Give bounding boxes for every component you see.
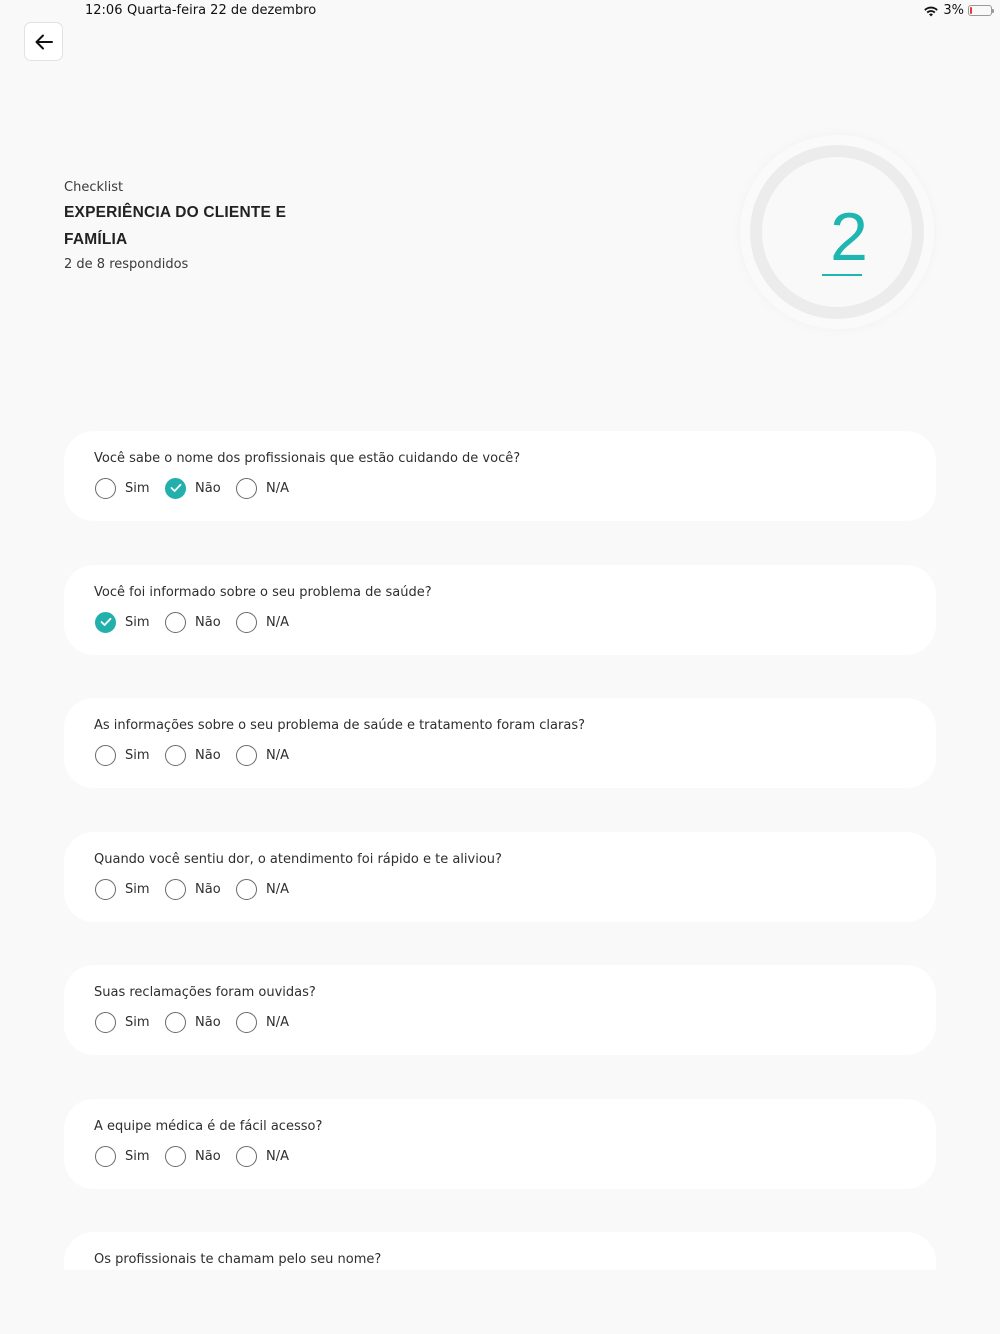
radio-unchecked-icon[interactable]	[165, 1011, 186, 1033]
option-label: N/A	[266, 1148, 289, 1164]
option-na[interactable]: N/A	[236, 1145, 289, 1167]
option-nao[interactable]: Não	[165, 878, 236, 900]
progress-ring-underline	[822, 274, 862, 276]
question-card: Os profissionais te chamam pelo seu nome…	[64, 1232, 936, 1270]
radio-unchecked-icon[interactable]	[236, 1145, 257, 1167]
option-sim[interactable]: Sim	[95, 1011, 165, 1033]
checkmark-icon	[170, 483, 181, 492]
progress-ring: 2	[740, 135, 934, 329]
option-nao[interactable]: Não	[165, 1011, 236, 1033]
arrow-left-icon	[35, 34, 53, 49]
radio-unchecked-icon[interactable]	[165, 744, 186, 766]
option-label: Não	[195, 881, 221, 897]
option-na[interactable]: N/A	[236, 744, 289, 766]
option-na[interactable]: N/A	[236, 477, 289, 499]
option-nao[interactable]: Não	[165, 1145, 236, 1167]
option-label: Não	[195, 480, 221, 496]
radio-unchecked-icon[interactable]	[95, 744, 116, 766]
answered-count: 2 de 8 respondidos	[64, 257, 189, 272]
answer-options: Sim Não N/A	[95, 477, 289, 499]
option-na[interactable]: N/A	[236, 1011, 289, 1033]
radio-unchecked-icon[interactable]	[236, 611, 257, 633]
radio-unchecked-icon[interactable]	[165, 1145, 186, 1167]
progress-ring-value: 2	[830, 199, 868, 275]
battery-icon	[968, 5, 994, 16]
question-list: Você sabe o nome dos profissionais que e…	[64, 431, 936, 1270]
option-sim[interactable]: Sim	[95, 477, 165, 499]
option-sim[interactable]: Sim	[95, 1145, 165, 1167]
option-label: Sim	[125, 1014, 150, 1030]
radio-unchecked-icon[interactable]	[165, 611, 186, 633]
radio-unchecked-icon[interactable]	[165, 878, 186, 900]
question-text: Você sabe o nome dos profissionais que e…	[94, 451, 521, 466]
radio-unchecked-icon[interactable]	[95, 878, 116, 900]
option-label: Sim	[125, 480, 150, 496]
answer-options: Sim Não N/A	[95, 1145, 289, 1167]
answer-options: Sim Não N/A	[95, 744, 289, 766]
question-text: A equipe médica é de fácil acesso?	[94, 1119, 323, 1134]
question-text: Os profissionais te chamam pelo seu nome…	[94, 1252, 382, 1267]
radio-unchecked-icon[interactable]	[236, 878, 257, 900]
option-label: Sim	[125, 1148, 150, 1164]
question-card: Quando você sentiu dor, o atendimento fo…	[64, 832, 936, 922]
option-sim[interactable]: Sim	[95, 878, 165, 900]
question-text: Quando você sentiu dor, o atendimento fo…	[94, 852, 502, 867]
radio-unchecked-icon[interactable]	[236, 477, 257, 499]
question-card: Suas reclamações foram ouvidas? Sim Não N/A	[64, 965, 936, 1055]
option-label: N/A	[266, 1014, 289, 1030]
option-label: N/A	[266, 614, 289, 630]
option-label: Não	[195, 1014, 221, 1030]
question-text: As informações sobre o seu problema de s…	[94, 718, 585, 733]
question-card: Você sabe o nome dos profissionais que e…	[64, 431, 936, 521]
back-button[interactable]	[24, 22, 63, 61]
option-label: Sim	[125, 747, 150, 763]
wifi-icon	[924, 6, 939, 16]
radio-checked-icon[interactable]	[165, 477, 186, 499]
question-text: Suas reclamações foram ouvidas?	[94, 985, 316, 1000]
radio-unchecked-icon[interactable]	[95, 477, 116, 499]
option-na[interactable]: N/A	[236, 611, 289, 633]
option-nao[interactable]: Não	[165, 611, 236, 633]
status-time: 12:06	[85, 3, 123, 18]
radio-unchecked-icon[interactable]	[95, 1011, 116, 1033]
checklist-screen: 12:06 Quarta-feira 22 de dezembro 3% Che…	[0, 0, 1000, 1334]
option-nao[interactable]: Não	[165, 477, 236, 499]
answer-options: Sim Não N/A	[95, 878, 289, 900]
option-sim[interactable]: Sim	[95, 611, 165, 633]
question-card: A equipe médica é de fácil acesso? Sim Não…	[64, 1099, 936, 1189]
option-label: N/A	[266, 747, 289, 763]
radio-unchecked-icon[interactable]	[236, 1011, 257, 1033]
progress-ring-track: 2	[750, 145, 924, 319]
page-title: EXPERIÊNCIA DO CLIENTE E FAMÍLIA	[64, 204, 287, 248]
battery-percentage: 3%	[943, 3, 964, 18]
answer-options: Sim Não N/A	[95, 611, 289, 633]
option-label: Sim	[125, 881, 150, 897]
question-text: Você foi informado sobre o seu problema …	[94, 585, 432, 600]
option-na[interactable]: N/A	[236, 878, 289, 900]
option-label: Sim	[125, 614, 150, 630]
option-label: Não	[195, 747, 221, 763]
radio-checked-icon[interactable]	[95, 611, 116, 633]
checklist-header: Checklist EXPERIÊNCIA DO CLIENTE E FAMÍL…	[64, 180, 304, 272]
checkmark-icon	[100, 617, 111, 626]
question-card: As informações sobre o seu problema de s…	[64, 698, 936, 788]
option-sim[interactable]: Sim	[95, 744, 165, 766]
question-card: Você foi informado sobre o seu problema …	[64, 565, 936, 655]
option-label: Não	[195, 614, 221, 630]
option-label: Não	[195, 1148, 221, 1164]
option-label: N/A	[266, 480, 289, 496]
status-bar: 12:06 Quarta-feira 22 de dezembro 3%	[0, 0, 1000, 20]
status-indicators: 3%	[923, 3, 994, 18]
answer-options: Sim Não N/A	[95, 1011, 289, 1033]
option-nao[interactable]: Não	[165, 744, 236, 766]
radio-unchecked-icon[interactable]	[95, 1145, 116, 1167]
radio-unchecked-icon[interactable]	[236, 744, 257, 766]
option-label: N/A	[266, 881, 289, 897]
status-date: Quarta-feira 22 de dezembro	[127, 3, 317, 18]
checklist-label: Checklist	[64, 180, 124, 195]
